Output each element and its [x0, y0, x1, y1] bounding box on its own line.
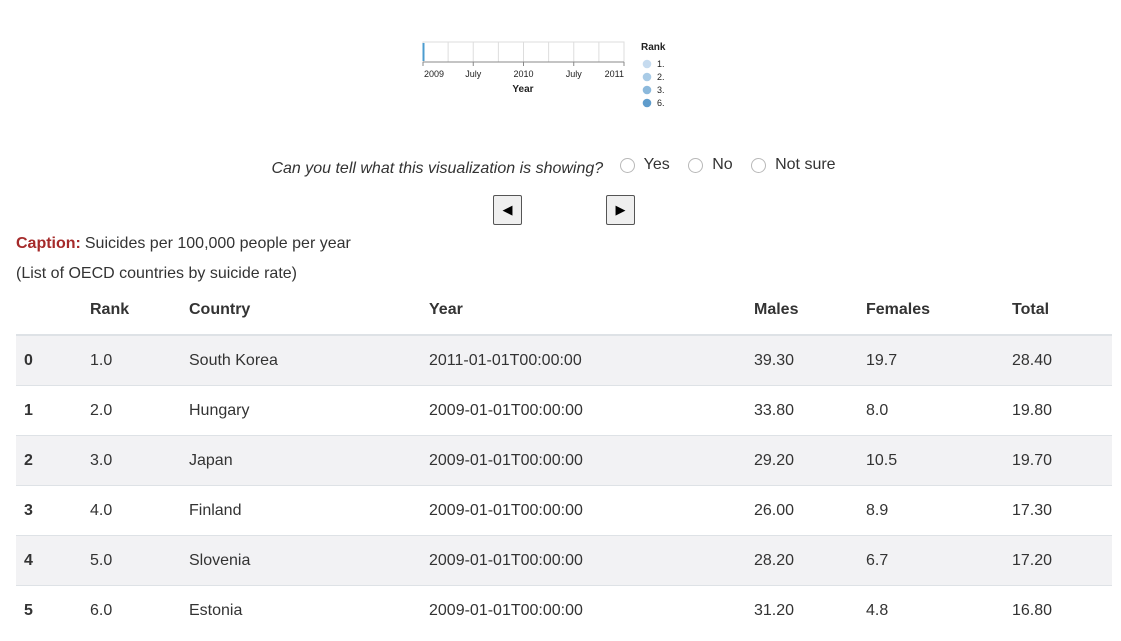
option-not-sure[interactable]: Not sure: [751, 156, 836, 174]
cell-country: Finland: [189, 485, 429, 536]
column-header-rank: Rank: [90, 285, 189, 336]
x-tick-label: July: [465, 69, 482, 79]
option-yes-label: Yes: [643, 156, 670, 173]
table-row: 0 1.0 South Korea 2011-01-01T00:00:00 39…: [16, 334, 1112, 386]
column-header-year: Year: [429, 285, 754, 336]
cell-rank: 3.0: [90, 435, 189, 486]
no-radio[interactable]: [688, 157, 704, 173]
cell-year: 2009-01-01T00:00:00: [429, 385, 754, 436]
cell-rank: 5.0: [90, 535, 189, 586]
column-header-country: Country: [189, 285, 429, 336]
cell-females: 8.0: [866, 385, 1012, 436]
column-header-total: Total: [1012, 285, 1112, 336]
column-header-index: [16, 285, 90, 336]
option-yes[interactable]: Yes: [619, 156, 670, 174]
legend-swatch: [642, 85, 652, 95]
cell-year: 2009-01-01T00:00:00: [429, 585, 754, 635]
cell-country: Japan: [189, 435, 429, 486]
legend-label: 3.: [657, 85, 665, 95]
legend-title: Rank: [641, 42, 666, 53]
cell-males: 31.20: [754, 585, 866, 635]
cell-total: 16.80: [1012, 585, 1112, 635]
cell-females: 8.9: [866, 485, 1012, 536]
table-row: 3 4.0 Finland 2009-01-01T00:00:00 26.00 …: [16, 485, 1112, 536]
legend-swatch: [642, 72, 652, 82]
table-row: 1 2.0 Hungary 2009-01-01T00:00:00 33.80 …: [16, 385, 1112, 436]
chart-plot-area: 2009 July 2010 July 2011 Year: [422, 41, 625, 95]
cell-year: 2009-01-01T00:00:00: [429, 485, 754, 536]
cell-country: Slovenia: [189, 535, 429, 586]
cell-country: Estonia: [189, 585, 429, 635]
row-index: 2: [16, 435, 90, 486]
cell-country: South Korea: [189, 334, 429, 386]
legend-label: 1.: [657, 59, 665, 69]
data-table: Rank Country Year Males Females Total 0 …: [16, 285, 1112, 635]
cell-rank: 1.0: [90, 334, 189, 386]
legend-swatch: [642, 59, 652, 69]
legend-label: 6.: [657, 98, 665, 108]
cell-total: 19.80: [1012, 385, 1112, 436]
cell-year: 2009-01-01T00:00:00: [429, 535, 754, 586]
previous-button[interactable]: ◀: [493, 195, 522, 225]
table-row: 5 6.0 Estonia 2009-01-01T00:00:00 31.20 …: [16, 585, 1112, 635]
legend-label: 2.: [657, 72, 665, 82]
chart: 2009 July 2010 July 2011 Year Rank 1. 2. 3. 6.: [422, 41, 666, 108]
cell-country: Hungary: [189, 385, 429, 436]
cell-males: 28.20: [754, 535, 866, 586]
legend-entries: 1. 2. 3. 6.: [642, 59, 665, 108]
legend: Rank 1. 2. 3. 6.: [641, 42, 666, 108]
question-text: Can you tell what this visualization is …: [271, 159, 604, 177]
cell-males: 26.00: [754, 485, 866, 536]
column-header-females: Females: [866, 285, 1012, 336]
cell-rank: 4.0: [90, 485, 189, 536]
question-row: Can you tell what this visualization is …: [0, 156, 1121, 178]
x-axis-ticks: 2009 July 2010 July 2011: [422, 62, 625, 79]
not-sure-radio[interactable]: [751, 157, 767, 173]
caption-source: (List of OECD countries by suicide rate): [16, 265, 297, 282]
table-row: 4 5.0 Slovenia 2009-01-01T00:00:00 28.20…: [16, 535, 1112, 586]
cell-rank: 2.0: [90, 385, 189, 436]
option-no[interactable]: No: [688, 156, 733, 174]
cell-rank: 6.0: [90, 585, 189, 635]
caption-label: Caption:: [16, 235, 81, 252]
cell-females: 6.7: [866, 535, 1012, 586]
cell-females: 19.7: [866, 334, 1012, 386]
x-tick-label: 2009: [424, 69, 444, 79]
table-row: 2 3.0 Japan 2009-01-01T00:00:00 29.20 10…: [16, 435, 1112, 486]
x-tick-label: 2011: [605, 69, 624, 79]
legend-swatch: [642, 98, 652, 108]
caption: Caption: Suicides per 100,000 people per …: [16, 235, 351, 253]
x-tick-label: 2010: [513, 69, 533, 79]
row-index: 0: [16, 334, 90, 386]
cell-females: 4.8: [866, 585, 1012, 635]
cell-males: 39.30: [754, 334, 866, 386]
row-index: 1: [16, 385, 90, 436]
option-not-sure-label: Not sure: [775, 156, 836, 173]
cell-females: 10.5: [866, 435, 1012, 486]
cell-total: 17.20: [1012, 535, 1112, 586]
table-header-row: Rank Country Year Males Females Total: [16, 285, 1112, 336]
option-no-label: No: [712, 156, 733, 173]
cell-males: 29.20: [754, 435, 866, 486]
caption-text: Suicides per 100,000 people per year: [84, 235, 351, 252]
cell-year: 2009-01-01T00:00:00: [429, 435, 754, 486]
cell-total: 19.70: [1012, 435, 1112, 486]
row-index: 5: [16, 585, 90, 635]
row-index: 4: [16, 535, 90, 586]
cell-year: 2011-01-01T00:00:00: [429, 334, 754, 386]
cell-total: 17.30: [1012, 485, 1112, 536]
cell-males: 33.80: [754, 385, 866, 436]
yes-radio[interactable]: [619, 157, 635, 173]
column-header-males: Males: [754, 285, 866, 336]
row-index: 3: [16, 485, 90, 536]
next-button[interactable]: ▶: [606, 195, 635, 225]
cell-total: 28.40: [1012, 334, 1112, 386]
x-axis-title: Year: [512, 84, 533, 95]
x-tick-label: July: [566, 69, 583, 79]
